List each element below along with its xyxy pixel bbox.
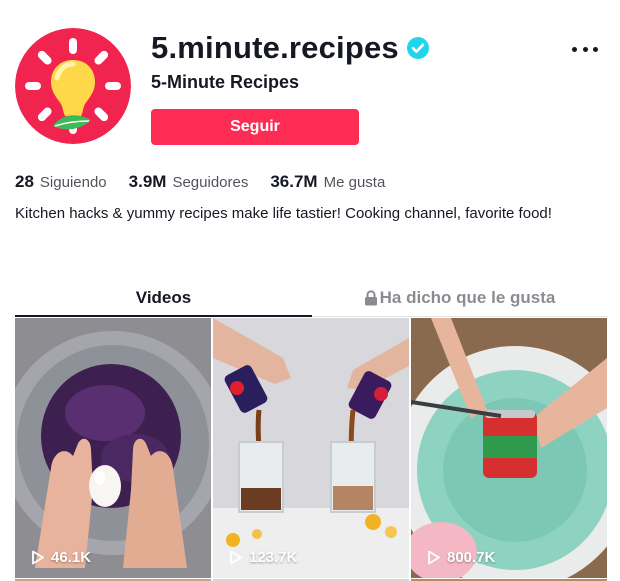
lock-icon xyxy=(364,290,377,306)
tab-videos[interactable]: Videos xyxy=(15,281,312,317)
dot-icon xyxy=(593,46,598,52)
stat-likes: 36.7M Me gusta xyxy=(270,172,385,192)
username: 5.minute.recipes xyxy=(151,30,399,65)
view-count-value: 46.1K xyxy=(51,549,92,566)
profile-tabs: Videos Ha dicho que le gusta xyxy=(15,281,607,317)
video-thumbnail[interactable]: 123.7K xyxy=(213,318,409,578)
bio: Kitchen hacks & yummy recipes make life … xyxy=(15,205,552,222)
nickname: 5-Minute Recipes xyxy=(151,72,300,92)
video-thumbnail-image xyxy=(15,318,211,578)
stat-label: Me gusta xyxy=(323,173,386,191)
video-thumbnail-image xyxy=(213,318,409,578)
more-options-icon[interactable] xyxy=(572,40,598,58)
play-icon xyxy=(230,550,242,565)
view-count-value: 123.7K xyxy=(249,549,298,566)
username-row: 5.minute.recipes xyxy=(151,30,429,66)
view-count: 800.7K xyxy=(427,549,495,566)
view-count-value: 800.7K xyxy=(447,549,496,566)
view-count: 123.7K xyxy=(229,549,297,566)
stat-value: 3.9M xyxy=(128,172,167,191)
video-thumbnail[interactable]: 46.1K xyxy=(15,318,211,578)
tab-label: Videos xyxy=(135,288,192,307)
stat-value: 36.7M xyxy=(270,172,318,191)
video-thumbnail-image xyxy=(411,318,607,578)
stat-label: Siguiendo xyxy=(39,173,107,191)
avatar[interactable] xyxy=(15,28,131,144)
play-icon xyxy=(32,550,44,565)
dot-icon xyxy=(572,46,577,52)
lightbulb-logo xyxy=(15,28,131,144)
video-grid: 46.1K 123.7K 800.7K xyxy=(15,318,607,581)
stat-label: Seguidores xyxy=(172,173,249,191)
view-count: 46.1K xyxy=(31,549,91,566)
dot-icon xyxy=(582,46,588,52)
tab-liked[interactable]: Ha dicho que le gusta xyxy=(312,281,607,315)
stat-value: 28 xyxy=(15,172,34,191)
video-thumbnail[interactable]: 800.7K xyxy=(411,318,607,578)
stat-followers[interactable]: 3.9M Seguidores xyxy=(129,172,249,192)
profile-stats: 28 Siguiendo 3.9M Seguidores 36.7M Me gu… xyxy=(15,171,385,193)
follow-button[interactable]: Seguir xyxy=(151,109,359,145)
verified-badge-icon xyxy=(406,37,429,59)
play-icon xyxy=(428,550,440,565)
tab-label: Ha dicho que le gusta xyxy=(379,288,556,307)
stat-following[interactable]: 28 Siguiendo xyxy=(15,172,107,192)
